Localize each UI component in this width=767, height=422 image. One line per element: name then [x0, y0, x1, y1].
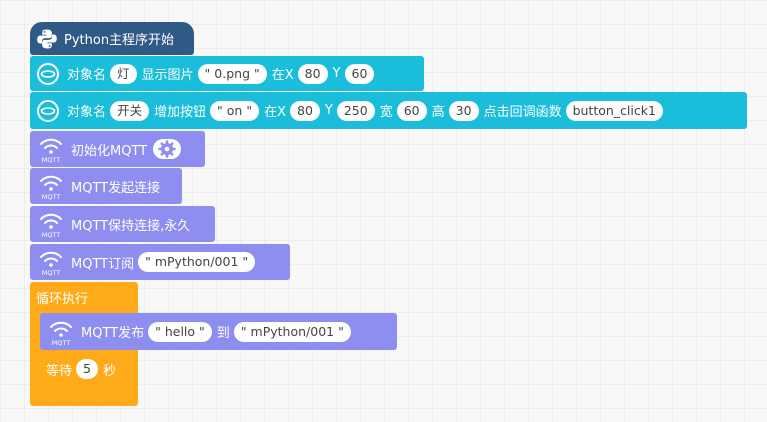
mqtt-keepalive-block[interactable]: MQTT MQTT保持连接,永久: [30, 206, 215, 242]
publish-to-label: 到: [216, 326, 230, 341]
mqtt-wifi-icon: MQTT: [36, 170, 66, 202]
screen-icon: [36, 99, 60, 123]
mqtt-init-label: 初始化MQTT: [71, 143, 148, 159]
publish-topic-field[interactable]: " mPython/001 ": [233, 321, 351, 342]
add-button-label: 增加按钮: [154, 105, 207, 120]
x-field[interactable]: 80: [297, 63, 328, 84]
x-field[interactable]: 80: [290, 100, 320, 121]
python-logo-icon: [36, 28, 58, 50]
python-main-start-label: Python主程序开始: [64, 33, 175, 48]
mqtt-publish-block[interactable]: MQTT MQTT发布 " hello " 到 " mPython/001 ": [40, 313, 397, 350]
subscribe-topic-field[interactable]: " mPython/001 ": [138, 252, 256, 272]
callback-field[interactable]: button_click1: [565, 100, 663, 121]
publish-message-field[interactable]: " hello ": [148, 321, 212, 342]
width-field[interactable]: 60: [396, 100, 427, 121]
screen-icon: [36, 62, 60, 86]
gear-icon[interactable]: [153, 139, 182, 159]
image-filename-field[interactable]: " 0.png ": [197, 63, 267, 84]
svg-text:MQTT: MQTT: [52, 339, 71, 347]
mqtt-wifi-icon: MQTT: [46, 316, 76, 348]
wait-unit-label: 秒: [102, 363, 116, 379]
show-image-label: 显示图片: [141, 68, 194, 83]
loop-label: 循环执行: [36, 291, 89, 307]
y-field[interactable]: 250: [336, 100, 375, 121]
y-field[interactable]: 60: [344, 63, 375, 84]
mqtt-connect-label: MQTT发起连接: [71, 180, 161, 196]
add-button-block[interactable]: 对象名 开关 增加按钮 " on " 在X 80 Y 250 宽 60 高 30…: [30, 92, 747, 129]
svg-text:MQTT: MQTT: [42, 193, 61, 201]
object-name-label: 对象名: [67, 105, 107, 120]
python-main-start-block[interactable]: Python主程序开始: [30, 22, 194, 55]
image-filename-value: 0.png: [214, 65, 250, 81]
mqtt-wifi-icon: MQTT: [36, 208, 66, 240]
height-label: 高: [431, 105, 445, 120]
y-label: Y: [332, 66, 341, 81]
mqtt-init-block[interactable]: MQTT 初始化MQTT: [30, 131, 205, 167]
publish-message-value: hello: [164, 323, 196, 339]
loop-header: 循环执行: [30, 284, 88, 310]
mqtt-wifi-icon: MQTT: [36, 246, 66, 278]
mqtt-publish-label: MQTT发布: [81, 326, 145, 341]
mqtt-subscribe-block[interactable]: MQTT MQTT订阅 " mPython/001 ": [30, 244, 290, 280]
width-label: 宽: [379, 105, 393, 120]
button-text-value: on: [226, 102, 243, 118]
subscribe-topic-value: mPython/001: [154, 254, 239, 269]
mqtt-subscribe-label: MQTT订阅: [71, 256, 135, 272]
height-field[interactable]: 30: [448, 100, 479, 121]
object-name-field[interactable]: 灯: [110, 63, 137, 84]
mqtt-connect-block[interactable]: MQTT MQTT发起连接: [30, 168, 182, 204]
show-image-block[interactable]: 对象名 灯 显示图片 " 0.png " 在X 80 Y 60: [30, 56, 424, 91]
x-label: 在X: [271, 68, 294, 83]
svg-text:MQTT: MQTT: [42, 156, 61, 164]
mqtt-keepalive-label: MQTT保持连接,永久: [71, 218, 191, 234]
y-label: Y: [324, 103, 333, 118]
x-label: 在X: [264, 105, 286, 120]
object-name-label: 对象名: [67, 68, 107, 83]
wait-seconds-field[interactable]: 5: [76, 359, 98, 379]
svg-text:MQTT: MQTT: [42, 231, 61, 239]
wait-label: 等待: [46, 363, 73, 379]
mqtt-wifi-icon: MQTT: [36, 133, 66, 165]
wait-block[interactable]: 等待 5 秒: [40, 354, 132, 384]
publish-topic-value: mPython/001: [250, 323, 335, 339]
object-name-field[interactable]: 开关: [110, 100, 150, 121]
svg-text:MQTT: MQTT: [42, 269, 61, 277]
callback-label: 点击回调函数: [483, 105, 562, 120]
button-text-field[interactable]: " on ": [210, 100, 260, 121]
